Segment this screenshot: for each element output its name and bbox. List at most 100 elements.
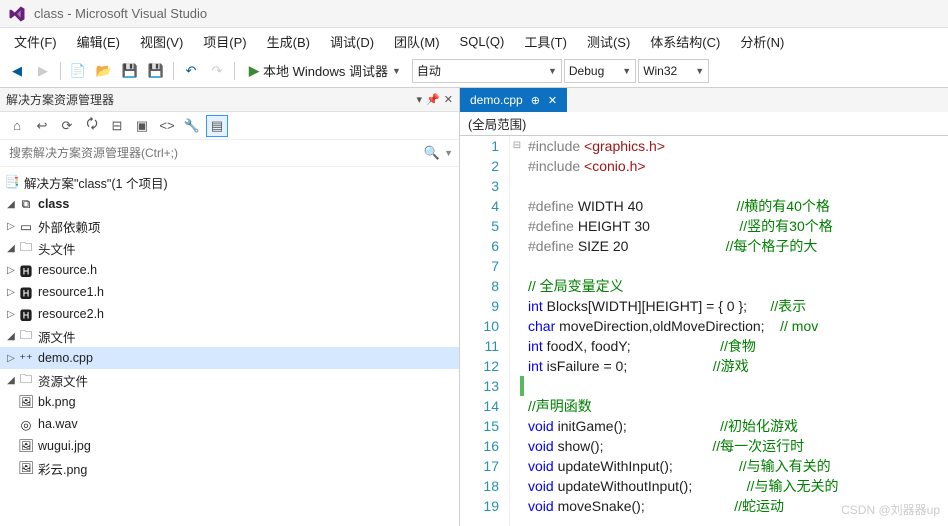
home-icon[interactable]: ⌂	[6, 115, 28, 137]
back-sln-icon[interactable]: ↩	[31, 115, 53, 137]
search-icon[interactable]: 🔍	[424, 145, 440, 161]
solution-search-input[interactable]	[6, 143, 424, 163]
source-files-folder[interactable]: ◢🗀源文件	[0, 325, 459, 347]
scope-label: (全局范围)	[468, 114, 526, 133]
folder-icon: 🗀	[18, 328, 34, 344]
folder-icon: 🗀	[18, 240, 34, 256]
separator	[173, 62, 174, 80]
config-combo[interactable]: Debug ▼	[564, 59, 636, 83]
window-title: class - Microsoft Visual Studio	[34, 6, 207, 21]
expand-icon[interactable]: ◢	[4, 199, 18, 210]
source-file-demo[interactable]: ▷⁺⁺demo.cpp	[0, 347, 459, 369]
external-deps[interactable]: ▷▭外部依赖项	[0, 215, 459, 237]
code-editor[interactable]: 12345678910111213141516171819 ⊟ #include…	[460, 136, 948, 526]
collapse-all-icon[interactable]: ⊟	[106, 115, 128, 137]
h-file-icon: 🅷	[18, 262, 34, 278]
platform-combo[interactable]: Win32 ▼	[638, 59, 709, 83]
platform-value: Win32	[643, 64, 695, 78]
save-all-icon[interactable]: 💾	[144, 59, 168, 83]
open-icon[interactable]: 📂	[92, 59, 116, 83]
solution-search: 🔍 ▼	[0, 140, 459, 167]
debug-target-label: 本地 Windows 调试器	[263, 61, 388, 80]
scope-bar[interactable]: (全局范围)	[460, 112, 948, 136]
expand-icon[interactable]: ◢	[4, 243, 18, 254]
close-icon[interactable]: ✕	[444, 93, 453, 106]
resource-file[interactable]: 🖼彩云.png	[0, 457, 459, 479]
expand-icon[interactable]: ◢	[4, 331, 18, 342]
solution-root[interactable]: 📑解决方案"class"(1 个项目)	[0, 171, 459, 193]
menu-arch[interactable]: 体系结构(C)	[640, 29, 730, 54]
close-tab-icon[interactable]: ✕	[548, 94, 557, 107]
project-icon: ⧉	[18, 196, 34, 212]
start-debug-button[interactable]: ▶ 本地 Windows 调试器 ▼	[240, 59, 410, 83]
nav-back-icon[interactable]: ◀	[5, 59, 29, 83]
menu-build[interactable]: 生成(B)	[257, 29, 320, 54]
resource-file[interactable]: 🖼bk.png	[0, 391, 459, 413]
expand-icon[interactable]: ▷	[4, 221, 18, 232]
menu-debug[interactable]: 调试(D)	[320, 29, 384, 54]
menu-analyze[interactable]: 分析(N)	[730, 29, 794, 54]
menu-bar: 文件(F) 编辑(E) 视图(V) 项目(P) 生成(B) 调试(D) 团队(M…	[0, 28, 948, 54]
refresh-icon[interactable]: 🗘	[81, 115, 103, 137]
header-files-folder[interactable]: ◢🗀头文件	[0, 237, 459, 259]
resource-file[interactable]: 🖼wugui.jpg	[0, 435, 459, 457]
editor-panel: demo.cpp ⊕ ✕ (全局范围) 12345678910111213141…	[460, 88, 948, 526]
redo-icon[interactable]: ↷	[205, 59, 229, 83]
expand-icon[interactable]: ▷	[4, 353, 18, 364]
new-project-icon[interactable]: 📄	[66, 59, 90, 83]
project-node[interactable]: ◢⧉class	[0, 193, 459, 215]
properties-icon[interactable]: 🔧	[181, 115, 203, 137]
header-file[interactable]: ▷🅷resource.h	[0, 259, 459, 281]
menu-edit[interactable]: 编辑(E)	[67, 29, 130, 54]
nav-fwd-icon[interactable]: ▶	[31, 59, 55, 83]
menu-view[interactable]: 视图(V)	[130, 29, 193, 54]
chevron-down-icon: ▼	[622, 66, 631, 76]
auto-combo-value: 自动	[417, 62, 459, 79]
resource-files-folder[interactable]: ◢🗀资源文件	[0, 369, 459, 391]
image-file-icon: 🖼	[18, 438, 34, 454]
play-icon: ▶	[249, 63, 259, 79]
expand-icon[interactable]: ▷	[4, 309, 18, 320]
menu-project[interactable]: 项目(P)	[193, 29, 256, 54]
solution-icon: 📑	[4, 174, 20, 190]
audio-file-icon: ◎	[18, 416, 34, 432]
preview-icon[interactable]: ▤	[206, 115, 228, 137]
title-bar: class - Microsoft Visual Studio	[0, 0, 948, 28]
expand-icon[interactable]: ▷	[4, 265, 18, 276]
header-file[interactable]: ▷🅷resource1.h	[0, 281, 459, 303]
menu-file[interactable]: 文件(F)	[4, 29, 67, 54]
chevron-down-icon[interactable]: ▼	[444, 148, 453, 158]
pin-icon[interactable]: 📌	[426, 93, 440, 106]
expand-icon[interactable]: ◢	[4, 375, 18, 386]
panel-menu-icon[interactable]: ▾	[417, 93, 423, 106]
menu-tools[interactable]: 工具(T)	[514, 29, 577, 54]
pin-tab-icon[interactable]: ⊕	[531, 94, 540, 107]
menu-sql[interactable]: SQL(Q)	[450, 31, 515, 52]
expand-icon[interactable]: ▷	[4, 287, 18, 298]
image-file-icon: 🖼	[18, 460, 34, 476]
fold-gutter: ⊟	[510, 136, 524, 526]
vs-logo-icon	[8, 5, 26, 23]
code-view-icon[interactable]: <>	[156, 115, 178, 137]
chevron-down-icon: ▼	[695, 66, 704, 76]
code-area[interactable]: #include <graphics.h>#include <conio.h>#…	[524, 136, 948, 526]
undo-icon[interactable]: ↶	[179, 59, 203, 83]
config-value: Debug	[569, 64, 622, 78]
sync-icon[interactable]: ⟳	[56, 115, 78, 137]
solution-tree: 📑解决方案"class"(1 个项目) ◢⧉class ▷▭外部依赖项 ◢🗀头文…	[0, 167, 459, 526]
save-icon[interactable]: 💾	[118, 59, 142, 83]
resource-file[interactable]: ◎ha.wav	[0, 413, 459, 435]
cpp-file-icon: ⁺⁺	[18, 350, 34, 366]
header-file[interactable]: ▷🅷resource2.h	[0, 303, 459, 325]
solution-explorer-panel: 解决方案资源管理器 ▾ 📌 ✕ ⌂ ↩ ⟳ 🗘 ⊟ ▣ <> 🔧 ▤ 🔍 ▼ 📑…	[0, 88, 460, 526]
separator	[60, 62, 61, 80]
menu-team[interactable]: 团队(M)	[384, 29, 450, 54]
show-all-icon[interactable]: ▣	[131, 115, 153, 137]
chevron-down-icon: ▼	[392, 66, 401, 76]
folder-icon: 🗀	[18, 372, 34, 388]
menu-test[interactable]: 测试(S)	[577, 29, 640, 54]
editor-tab-demo[interactable]: demo.cpp ⊕ ✕	[460, 88, 567, 112]
line-gutter: 12345678910111213141516171819	[460, 136, 510, 526]
auto-combo[interactable]: 自动 ▼	[412, 59, 562, 83]
separator	[234, 62, 235, 80]
